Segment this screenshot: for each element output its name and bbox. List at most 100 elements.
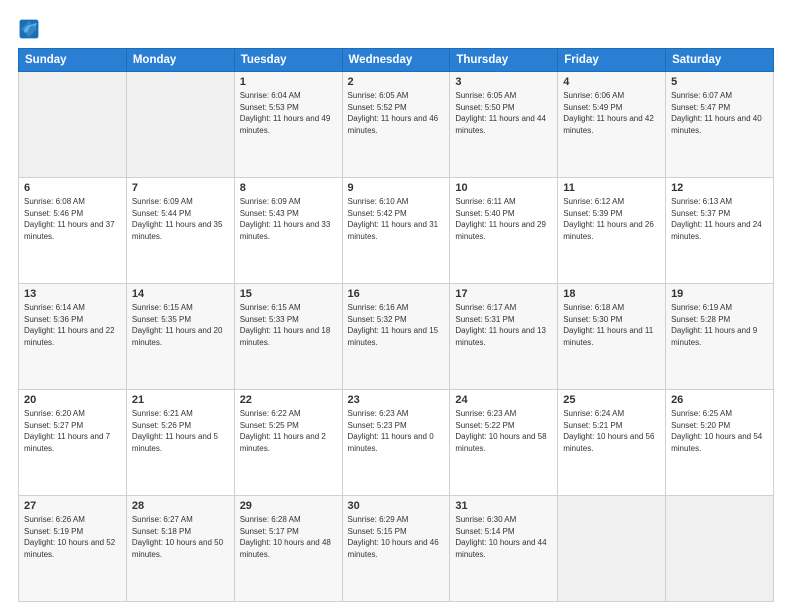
day-number: 31 <box>455 500 552 512</box>
calendar-cell: 12 Sunrise: 6:13 AMSunset: 5:37 PMDayligh… <box>666 178 774 284</box>
day-number: 18 <box>563 288 660 300</box>
day-number: 12 <box>671 182 768 194</box>
calendar-cell <box>558 496 666 602</box>
calendar-cell: 20 Sunrise: 6:20 AMSunset: 5:27 PMDayligh… <box>19 390 127 496</box>
day-number: 7 <box>132 182 229 194</box>
day-number: 25 <box>563 394 660 406</box>
day-info: Sunrise: 6:05 AMSunset: 5:52 PMDaylight:… <box>348 90 445 136</box>
calendar-cell <box>666 496 774 602</box>
calendar-cell: 31Sunrise: 6:30 AMSunset: 5:14 PMDayligh… <box>450 496 558 602</box>
day-number: 8 <box>240 182 337 194</box>
day-info: Sunrise: 6:15 AMSunset: 5:33 PMDaylight:… <box>240 302 337 348</box>
day-number: 4 <box>563 76 660 88</box>
day-number: 10 <box>455 182 552 194</box>
day-info: Sunrise: 6:18 AMSunset: 5:30 PMDaylight:… <box>563 302 660 348</box>
calendar-cell: 23 Sunrise: 6:23 AMSunset: 5:23 PMDayligh… <box>342 390 450 496</box>
calendar-cell: 14Sunrise: 6:15 AMSunset: 5:35 PMDayligh… <box>126 284 234 390</box>
day-number: 21 <box>132 394 229 406</box>
calendar-cell: 21 Sunrise: 6:21 AMSunset: 5:26 PMDayligh… <box>126 390 234 496</box>
calendar-cell: 7 Sunrise: 6:09 AMSunset: 5:44 PMDaylight… <box>126 178 234 284</box>
calendar-cell: 30 Sunrise: 6:29 AMSunset: 5:15 PMDayligh… <box>342 496 450 602</box>
day-number: 2 <box>348 76 445 88</box>
day-info: Sunrise: 6:08 AMSunset: 5:46 PMDaylight:… <box>24 196 121 242</box>
day-number: 5 <box>671 76 768 88</box>
day-info: Sunrise: 6:05 AMSunset: 5:50 PMDaylight:… <box>455 90 552 136</box>
calendar-cell: 10 Sunrise: 6:11 AMSunset: 5:40 PMDayligh… <box>450 178 558 284</box>
calendar-cell: 3 Sunrise: 6:05 AMSunset: 5:50 PMDaylight… <box>450 72 558 178</box>
calendar-cell: 13 Sunrise: 6:14 AMSunset: 5:36 PMDayligh… <box>19 284 127 390</box>
day-number: 23 <box>348 394 445 406</box>
day-number: 14 <box>132 288 229 300</box>
calendar-cell: 15 Sunrise: 6:15 AMSunset: 5:33 PMDayligh… <box>234 284 342 390</box>
day-number: 13 <box>24 288 121 300</box>
weekday-header-friday: Friday <box>558 49 666 72</box>
day-info: Sunrise: 6:22 AMSunset: 5:25 PMDaylight:… <box>240 408 337 454</box>
weekday-header-monday: Monday <box>126 49 234 72</box>
calendar-cell: 17Sunrise: 6:17 AMSunset: 5:31 PMDayligh… <box>450 284 558 390</box>
calendar-week-4: 20 Sunrise: 6:20 AMSunset: 5:27 PMDayligh… <box>19 390 774 496</box>
calendar-cell: 27 Sunrise: 6:26 AMSunset: 5:19 PMDayligh… <box>19 496 127 602</box>
calendar-cell: 5 Sunrise: 6:07 AMSunset: 5:47 PMDaylight… <box>666 72 774 178</box>
day-number: 29 <box>240 500 337 512</box>
day-info: Sunrise: 6:13 AMSunset: 5:37 PMDaylight:… <box>671 196 768 242</box>
calendar-cell: 8Sunrise: 6:09 AMSunset: 5:43 PMDaylight… <box>234 178 342 284</box>
day-info: Sunrise: 6:06 AMSunset: 5:49 PMDaylight:… <box>563 90 660 136</box>
logo-icon <box>18 18 40 40</box>
day-info: Sunrise: 6:29 AMSunset: 5:15 PMDaylight:… <box>348 514 445 560</box>
logo <box>18 18 42 40</box>
day-number: 20 <box>24 394 121 406</box>
calendar-week-2: 6Sunrise: 6:08 AMSunset: 5:46 PMDaylight… <box>19 178 774 284</box>
calendar-cell: 4 Sunrise: 6:06 AMSunset: 5:49 PMDaylight… <box>558 72 666 178</box>
calendar-week-5: 27 Sunrise: 6:26 AMSunset: 5:19 PMDayligh… <box>19 496 774 602</box>
day-number: 11 <box>563 182 660 194</box>
day-info: Sunrise: 6:28 AMSunset: 5:17 PMDaylight:… <box>240 514 337 560</box>
calendar-cell: 6Sunrise: 6:08 AMSunset: 5:46 PMDaylight… <box>19 178 127 284</box>
calendar-cell: 1Sunrise: 6:04 AMSunset: 5:53 PMDaylight… <box>234 72 342 178</box>
day-info: Sunrise: 6:07 AMSunset: 5:47 PMDaylight:… <box>671 90 768 136</box>
calendar-cell: 29 Sunrise: 6:28 AMSunset: 5:17 PMDayligh… <box>234 496 342 602</box>
day-info: Sunrise: 6:26 AMSunset: 5:19 PMDaylight:… <box>24 514 121 560</box>
day-number: 17 <box>455 288 552 300</box>
calendar-week-3: 13 Sunrise: 6:14 AMSunset: 5:36 PMDayligh… <box>19 284 774 390</box>
calendar-cell: 11 Sunrise: 6:12 AMSunset: 5:39 PMDayligh… <box>558 178 666 284</box>
calendar-cell: 25 Sunrise: 6:24 AMSunset: 5:21 PMDayligh… <box>558 390 666 496</box>
day-number: 3 <box>455 76 552 88</box>
day-info: Sunrise: 6:14 AMSunset: 5:36 PMDaylight:… <box>24 302 121 348</box>
day-info: Sunrise: 6:23 AMSunset: 5:23 PMDaylight:… <box>348 408 445 454</box>
day-number: 22 <box>240 394 337 406</box>
calendar-cell: 19Sunrise: 6:19 AMSunset: 5:28 PMDayligh… <box>666 284 774 390</box>
calendar-cell: 26Sunrise: 6:25 AMSunset: 5:20 PMDayligh… <box>666 390 774 496</box>
calendar-cell <box>126 72 234 178</box>
day-info: Sunrise: 6:16 AMSunset: 5:32 PMDaylight:… <box>348 302 445 348</box>
weekday-header-thursday: Thursday <box>450 49 558 72</box>
calendar-cell: 28 Sunrise: 6:27 AMSunset: 5:18 PMDayligh… <box>126 496 234 602</box>
calendar-cell: 22 Sunrise: 6:22 AMSunset: 5:25 PMDayligh… <box>234 390 342 496</box>
day-info: Sunrise: 6:23 AMSunset: 5:22 PMDaylight:… <box>455 408 552 454</box>
day-number: 27 <box>24 500 121 512</box>
day-info: Sunrise: 6:10 AMSunset: 5:42 PMDaylight:… <box>348 196 445 242</box>
weekday-header-tuesday: Tuesday <box>234 49 342 72</box>
day-info: Sunrise: 6:12 AMSunset: 5:39 PMDaylight:… <box>563 196 660 242</box>
calendar-cell: 24 Sunrise: 6:23 AMSunset: 5:22 PMDayligh… <box>450 390 558 496</box>
day-info: Sunrise: 6:04 AMSunset: 5:53 PMDaylight:… <box>240 90 337 136</box>
day-info: Sunrise: 6:27 AMSunset: 5:18 PMDaylight:… <box>132 514 229 560</box>
page: SundayMondayTuesdayWednesdayThursdayFrid… <box>0 0 792 612</box>
calendar-cell: 16Sunrise: 6:16 AMSunset: 5:32 PMDayligh… <box>342 284 450 390</box>
day-info: Sunrise: 6:09 AMSunset: 5:44 PMDaylight:… <box>132 196 229 242</box>
day-number: 26 <box>671 394 768 406</box>
calendar: SundayMondayTuesdayWednesdayThursdayFrid… <box>18 48 774 602</box>
weekday-header-row: SundayMondayTuesdayWednesdayThursdayFrid… <box>19 49 774 72</box>
calendar-cell <box>19 72 127 178</box>
day-number: 15 <box>240 288 337 300</box>
day-info: Sunrise: 6:24 AMSunset: 5:21 PMDaylight:… <box>563 408 660 454</box>
day-number: 24 <box>455 394 552 406</box>
calendar-cell: 18 Sunrise: 6:18 AMSunset: 5:30 PMDayligh… <box>558 284 666 390</box>
day-number: 28 <box>132 500 229 512</box>
day-info: Sunrise: 6:20 AMSunset: 5:27 PMDaylight:… <box>24 408 121 454</box>
day-number: 9 <box>348 182 445 194</box>
day-info: Sunrise: 6:21 AMSunset: 5:26 PMDaylight:… <box>132 408 229 454</box>
day-number: 30 <box>348 500 445 512</box>
day-info: Sunrise: 6:11 AMSunset: 5:40 PMDaylight:… <box>455 196 552 242</box>
weekday-header-saturday: Saturday <box>666 49 774 72</box>
calendar-week-1: 1Sunrise: 6:04 AMSunset: 5:53 PMDaylight… <box>19 72 774 178</box>
